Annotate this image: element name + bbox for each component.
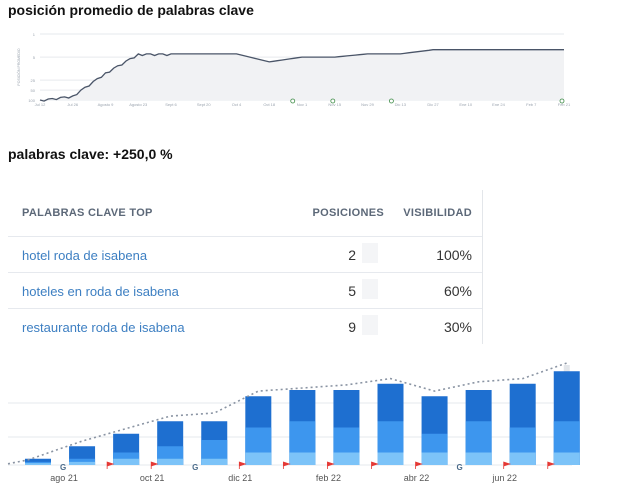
keyword-link[interactable]: restaurante roda de isabena — [22, 320, 185, 335]
keyword-position: 9 — [348, 319, 356, 335]
table-row: hoteles en roda de isabena 5 60% — [8, 272, 482, 309]
x-tick-label: ago 21 — [50, 473, 78, 483]
x-tick-label: Sept 20 — [197, 102, 212, 107]
x-tick-label: feb 22 — [316, 473, 341, 483]
x-tick-label: Nov 15 — [328, 102, 341, 107]
google-update-marker — [330, 98, 336, 104]
bar-segment-low — [377, 452, 404, 465]
position-sparkline — [362, 243, 378, 263]
keyword-link[interactable]: hoteles en roda de isabena — [22, 284, 179, 299]
x-tick-label: Jul 12 — [35, 102, 46, 107]
y-tick-label: 1 — [33, 32, 36, 37]
bar-segment-low — [465, 452, 492, 465]
x-tick-label: Nov 1 — [297, 102, 308, 107]
y-tick-label: 5 — [33, 55, 36, 60]
x-tick-label: jun 22 — [491, 473, 517, 483]
google-marker: G — [60, 463, 66, 472]
y-axis-label: POSICIÓN PROMEDIO — [16, 48, 21, 85]
google-update-marker — [388, 98, 394, 104]
x-tick-label: dic 21 — [228, 473, 252, 483]
x-tick-label: abr 22 — [404, 473, 430, 483]
bar-segment-low — [333, 452, 360, 465]
x-tick-label: Dic 27 — [427, 102, 439, 107]
keyword-visibility: 60% — [443, 283, 472, 299]
x-tick-label: oct 21 — [140, 473, 165, 483]
position-sparkline — [362, 279, 378, 299]
position-sparkline — [362, 315, 378, 335]
bar-segment-low — [553, 452, 580, 465]
x-tick-label: Feb 21 — [558, 102, 571, 107]
top-keywords-table: PALABRAS CLAVE TOP POSICIONES VISIBILIDA… — [8, 190, 483, 344]
x-tick-label: Agosto 9 — [98, 102, 115, 107]
average-position-chart: 152550100POSICIÓN PROMEDIOJul 12 Jul 26 Ag… — [16, 32, 571, 107]
google-update-marker — [559, 98, 565, 104]
bar-segment-low — [69, 461, 96, 465]
x-tick-label: Ene 10 — [459, 102, 472, 107]
x-tick-label: Ene 24 — [492, 102, 505, 107]
x-tick-label: Jul 26 — [67, 102, 78, 107]
keyword-position: 5 — [348, 283, 356, 299]
bar-segment-low — [245, 452, 272, 465]
bar-segment-low — [157, 458, 184, 465]
bar-segment-low — [289, 452, 316, 465]
bar-segment-low — [25, 463, 51, 465]
google-marker: G — [192, 463, 198, 472]
x-tick-label: Agosto 23 — [129, 102, 148, 107]
header-positions: POSICIONES — [312, 207, 384, 219]
x-tick-label: Sept 6 — [165, 102, 177, 107]
y-tick-label: 50 — [31, 88, 36, 93]
bar-segment-low — [113, 458, 140, 465]
keyword-link[interactable]: hotel roda de isabena — [22, 248, 147, 263]
x-tick-label: Feb 7 — [526, 102, 537, 107]
header-keywords: PALABRAS CLAVE TOP — [22, 207, 153, 219]
x-tick-label: Oct 4 — [232, 102, 242, 107]
keyword-visibility: 30% — [443, 319, 472, 335]
google-marker: G — [457, 463, 463, 472]
keyword-visibility: 100% — [436, 247, 472, 263]
keywords-bar-chart: ago 21Goct 21Gdic 21 feb 22 abr 22Gjun 22 — [7, 362, 580, 483]
bar-segment-low — [201, 458, 228, 465]
y-tick-label: 25 — [31, 78, 36, 83]
keywords-change-heading: palabras clave: +250,0 % — [8, 146, 173, 162]
keyword-position: 2 — [348, 247, 356, 263]
google-update-marker — [290, 98, 296, 104]
bar-segment-low — [421, 452, 448, 465]
table-row: hotel roda de isabena 2 100% — [8, 236, 482, 273]
x-tick-label: Oct 18 — [263, 102, 276, 107]
header-visibility: VISIBILIDAD — [403, 207, 472, 219]
bar-segment-low — [509, 452, 536, 465]
x-tick-label: Dic 13 — [395, 102, 407, 107]
x-tick-label: Nov 29 — [361, 102, 374, 107]
table-row: restaurante roda de isabena 9 30% — [8, 308, 482, 345]
